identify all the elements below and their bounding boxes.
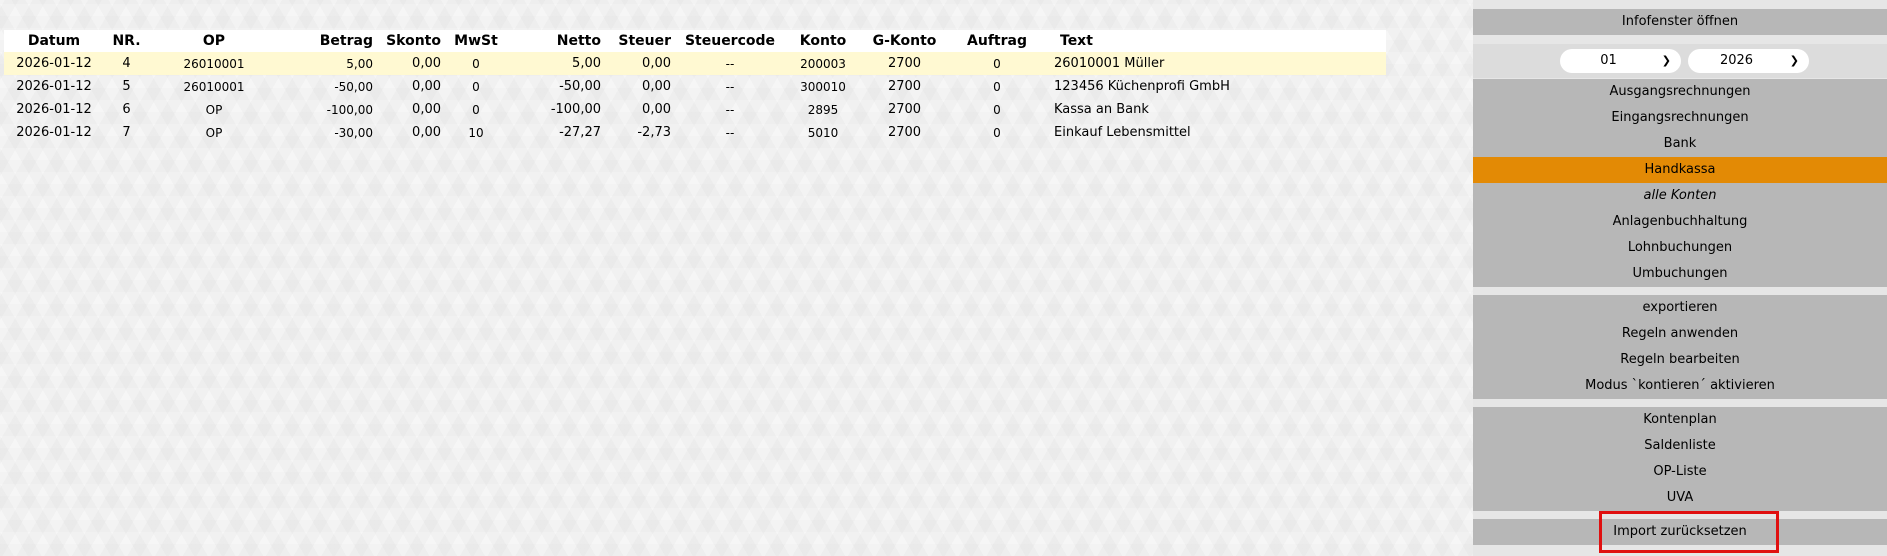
chevron-down-icon: ❯ xyxy=(1661,54,1671,67)
cell-netto: -100,00 xyxy=(550,102,601,117)
cell-g-konto: 2700 xyxy=(887,102,922,117)
cell-g-konto: 2700 xyxy=(857,52,952,75)
cell-netto: -50,00 xyxy=(559,79,601,94)
saldenliste-button[interactable]: Saldenliste xyxy=(1473,433,1887,459)
cell-steuer: -2,73 xyxy=(637,125,671,140)
nav-anlagenbuchhaltung[interactable]: Anlagenbuchhaltung xyxy=(1473,209,1887,235)
cell-op: OP xyxy=(205,102,223,117)
nav-handkassa[interactable]: Handkassa xyxy=(1473,157,1887,183)
year-select[interactable]: 2026 ❯ xyxy=(1688,49,1809,73)
col-header-op[interactable]: OP xyxy=(149,30,279,52)
cell-steuer: 0,00 xyxy=(642,102,671,117)
cell-netto: 5,00 xyxy=(511,52,601,75)
month-select[interactable]: 01 ❯ xyxy=(1560,49,1681,73)
cell-g-konto: 2700 xyxy=(887,125,922,140)
col-header-skonto[interactable]: Skonto xyxy=(373,30,441,52)
import-zuruecksetzen-button[interactable]: Import zurücksetzen xyxy=(1473,519,1887,545)
cell-steuer: 0,00 xyxy=(601,52,671,75)
nav-ausgangsrechnungen[interactable]: Ausgangsrechnungen xyxy=(1473,79,1887,105)
cell-mwst: 0 xyxy=(472,79,480,94)
cell-betrag: -50,00 xyxy=(334,79,373,94)
nav-eingangsrechnungen[interactable]: Eingangsrechnungen xyxy=(1473,105,1887,131)
cell-datum: 2026-01-12 xyxy=(16,125,92,140)
cell-datum: 2026-01-12 xyxy=(16,79,92,94)
cell-netto: -27,27 xyxy=(559,125,601,140)
year-select-value: 2026 xyxy=(1719,53,1754,68)
cell-skonto: 0,00 xyxy=(412,125,441,140)
col-header-steuercode[interactable]: Steuercode xyxy=(671,30,789,52)
cell-betrag: -30,00 xyxy=(334,125,373,140)
journal-table: Datum NR. OP Betrag Skonto MwSt Netto St… xyxy=(4,30,1386,144)
chevron-down-icon: ❯ xyxy=(1789,54,1799,67)
kontenplan-button[interactable]: Kontenplan xyxy=(1473,407,1887,433)
cell-konto: 300010 xyxy=(800,79,846,94)
nav-alle-konten[interactable]: alle Konten xyxy=(1473,183,1887,209)
table-row[interactable]: 2026-01-12 7 OP -30,00 0,00 10 -27,27 -2… xyxy=(4,121,1386,144)
month-select-value: 01 xyxy=(1600,53,1617,68)
cell-steuercode: -- xyxy=(725,79,735,94)
cell-steuercode: -- xyxy=(671,52,789,75)
cell-op: 26010001 xyxy=(183,79,245,94)
table-row[interactable]: 2026-01-12 4 26010001 5,00 0,00 0 5,00 0… xyxy=(4,52,1386,75)
col-header-g-konto[interactable]: G-Konto xyxy=(857,30,952,52)
table-row[interactable]: 2026-01-12 5 26010001 -50,00 0,00 0 -50,… xyxy=(4,75,1386,98)
cell-mwst: 0 xyxy=(441,52,511,75)
cell-text: 123456 Küchenprofi GmbH xyxy=(1054,79,1230,94)
cell-datum: 2026-01-12 xyxy=(16,102,92,117)
cell-op: OP xyxy=(205,125,223,140)
cell-nr: 4 xyxy=(104,52,149,75)
cell-betrag: -100,00 xyxy=(326,102,373,117)
col-header-text[interactable]: Text xyxy=(1042,30,1386,52)
period-selector: 01 ❯ 2026 ❯ xyxy=(1473,44,1887,78)
table-header-row: Datum NR. OP Betrag Skonto MwSt Netto St… xyxy=(4,30,1386,52)
cell-nr: 5 xyxy=(122,79,131,94)
cell-text: Einkauf Lebensmittel xyxy=(1054,125,1191,140)
cell-datum: 2026-01-12 xyxy=(4,52,104,75)
infofenster-button[interactable]: Infofenster öffnen xyxy=(1473,9,1887,35)
cell-konto: 2895 xyxy=(807,102,839,117)
cell-steuer: 0,00 xyxy=(642,79,671,94)
nav-umbuchungen[interactable]: Umbuchungen xyxy=(1473,261,1887,287)
cell-mwst: 0 xyxy=(472,102,480,117)
regeln-anwenden-button[interactable]: Regeln anwenden xyxy=(1473,321,1887,347)
col-header-nr[interactable]: NR. xyxy=(104,30,149,52)
col-header-mwst[interactable]: MwSt xyxy=(441,30,511,52)
cell-auftrag: 0 xyxy=(993,125,1001,140)
cell-betrag: 5,00 xyxy=(279,52,373,75)
cell-g-konto: 2700 xyxy=(887,79,922,94)
cell-nr: 7 xyxy=(122,125,131,140)
nav-bank[interactable]: Bank xyxy=(1473,131,1887,157)
col-header-datum[interactable]: Datum xyxy=(4,30,104,52)
cell-text: Kassa an Bank xyxy=(1054,102,1149,117)
col-header-steuer[interactable]: Steuer xyxy=(601,30,671,52)
op-liste-button[interactable]: OP-Liste xyxy=(1473,459,1887,485)
table-row[interactable]: 2026-01-12 6 OP -100,00 0,00 0 -100,00 0… xyxy=(4,98,1386,121)
cell-konto: 200003 xyxy=(789,52,857,75)
exportieren-button[interactable]: exportieren xyxy=(1473,295,1887,321)
uva-button[interactable]: UVA xyxy=(1473,485,1887,511)
col-header-netto[interactable]: Netto xyxy=(511,30,601,52)
regeln-bearbeiten-button[interactable]: Regeln bearbeiten xyxy=(1473,347,1887,373)
cell-nr: 6 xyxy=(122,102,131,117)
cell-text: 26010001 Müller xyxy=(1042,52,1386,75)
cell-mwst: 10 xyxy=(468,125,484,140)
sidebar: Infofenster öffnen 01 ❯ 2026 ❯ Ausgangsr… xyxy=(1473,0,1887,556)
nav-lohnbuchungen[interactable]: Lohnbuchungen xyxy=(1473,235,1887,261)
cell-op: 26010001 xyxy=(149,52,279,75)
col-header-auftrag[interactable]: Auftrag xyxy=(952,30,1042,52)
cell-skonto: 0,00 xyxy=(412,102,441,117)
cell-steuercode: -- xyxy=(725,125,735,140)
cell-konto: 5010 xyxy=(807,125,839,140)
cell-steuercode: -- xyxy=(725,102,735,117)
cell-skonto: 0,00 xyxy=(412,79,441,94)
col-header-konto[interactable]: Konto xyxy=(789,30,857,52)
cell-auftrag: 0 xyxy=(993,79,1001,94)
cell-auftrag: 0 xyxy=(993,102,1001,117)
cell-auftrag: 0 xyxy=(952,52,1042,75)
cell-skonto: 0,00 xyxy=(373,52,441,75)
col-header-betrag[interactable]: Betrag xyxy=(279,30,373,52)
modus-kontieren-button[interactable]: Modus `kontieren´ aktivieren xyxy=(1473,373,1887,399)
